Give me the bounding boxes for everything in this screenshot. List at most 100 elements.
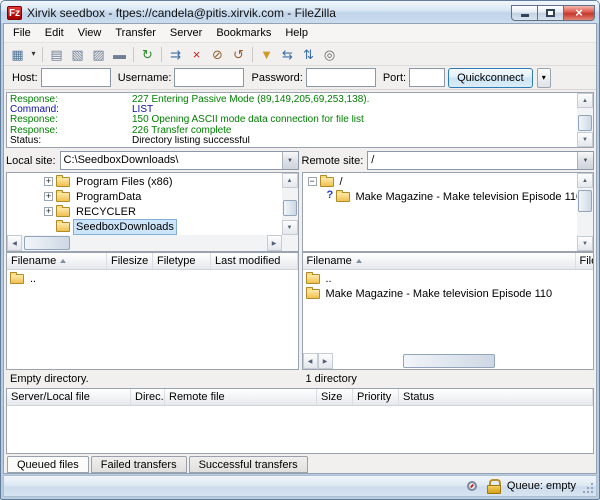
scrollbar-thumb[interactable] bbox=[403, 354, 495, 368]
menu-item[interactable]: Help bbox=[278, 25, 315, 41]
titlebar[interactable]: Fz Xirvik seedbox - ftpes://candela@piti… bbox=[1, 1, 599, 23]
remote-site-combobox[interactable]: / bbox=[367, 151, 594, 170]
scroll-up-icon[interactable] bbox=[577, 93, 593, 108]
maximize-button[interactable] bbox=[537, 5, 564, 21]
expand-toggle-icon[interactable]: − bbox=[308, 177, 317, 186]
password-input[interactable] bbox=[306, 68, 376, 87]
file-name: .. bbox=[324, 273, 334, 285]
column-header-label: Server/Local file bbox=[11, 391, 90, 403]
tree-item[interactable]: Make Magazine - Make television Episode … bbox=[303, 189, 578, 204]
column-header[interactable]: Filesize bbox=[107, 253, 153, 269]
scroll-down-icon[interactable] bbox=[282, 220, 298, 235]
queue-tab[interactable]: Queued files bbox=[7, 456, 89, 473]
local-tree-hscrollbar[interactable] bbox=[7, 235, 282, 251]
tree-item[interactable]: + RECYCLER bbox=[7, 204, 282, 219]
toggle-log-icon[interactable]: ▤ bbox=[46, 45, 67, 64]
scrollbar-thumb[interactable] bbox=[24, 236, 70, 250]
column-header[interactable]: Status bbox=[399, 389, 593, 405]
local-path-value[interactable]: C:\SeedboxDownloads\ bbox=[61, 152, 282, 169]
scroll-right-icon[interactable] bbox=[318, 353, 333, 369]
host-input[interactable] bbox=[41, 68, 111, 87]
column-header[interactable]: Last modified bbox=[211, 253, 298, 269]
scroll-up-icon[interactable] bbox=[577, 173, 593, 188]
site-manager-icon[interactable]: ▦ bbox=[7, 45, 28, 64]
scrollbar-track[interactable] bbox=[22, 235, 267, 251]
scroll-left-icon[interactable] bbox=[7, 235, 22, 251]
queue-tab[interactable]: Successful transfers bbox=[189, 456, 308, 473]
local-site-combobox[interactable]: C:\SeedboxDownloads\ bbox=[60, 151, 299, 170]
scroll-down-icon[interactable] bbox=[577, 236, 593, 251]
find-files-icon[interactable]: ◎ bbox=[319, 45, 340, 64]
tree-item-label: / bbox=[338, 175, 345, 189]
local-tree-vscrollbar[interactable] bbox=[282, 173, 298, 235]
scroll-right-icon[interactable] bbox=[267, 235, 282, 251]
file-list-item[interactable]: Make Magazine - Make television Episode … bbox=[303, 286, 594, 301]
quickconnect-dropdown-icon[interactable]: ▾ bbox=[537, 68, 551, 88]
combo-dropdown-icon[interactable] bbox=[577, 152, 593, 169]
scrollbar-thumb[interactable] bbox=[578, 115, 592, 131]
column-header[interactable]: Filename bbox=[303, 253, 576, 269]
minimize-button[interactable] bbox=[511, 5, 538, 21]
encryption-lock-icon[interactable] bbox=[486, 479, 500, 493]
quickconnect-button[interactable]: Quickconnect bbox=[448, 68, 533, 88]
tree-item[interactable]: + ProgramData bbox=[7, 189, 282, 204]
scrollbar-thumb[interactable] bbox=[283, 200, 297, 216]
scroll-left-icon[interactable] bbox=[303, 353, 318, 369]
maximize-icon bbox=[546, 9, 555, 17]
column-header[interactable]: Size bbox=[317, 389, 353, 405]
tree-item-label: Program Files (x86) bbox=[74, 175, 175, 189]
menu-item[interactable]: View bbox=[71, 25, 109, 41]
refresh-icon[interactable]: ↻ bbox=[137, 45, 158, 64]
speed-limits-icon[interactable] bbox=[465, 479, 479, 493]
remote-tree-vscrollbar[interactable] bbox=[577, 173, 593, 251]
column-header[interactable]: Filetype bbox=[153, 253, 211, 269]
scrollbar-track[interactable] bbox=[577, 188, 593, 236]
expand-toggle-icon[interactable]: + bbox=[44, 207, 53, 216]
file-list-item[interactable]: .. bbox=[7, 271, 298, 286]
port-input[interactable] bbox=[409, 68, 445, 87]
resize-grip-icon[interactable] bbox=[582, 482, 594, 494]
toggle-local-tree-icon[interactable]: ▧ bbox=[67, 45, 88, 64]
tree-item[interactable]: SeedboxDownloads bbox=[7, 219, 282, 234]
remote-path-value[interactable]: / bbox=[368, 152, 577, 169]
column-header[interactable]: Direc... bbox=[131, 389, 165, 405]
menu-item[interactable]: Server bbox=[163, 25, 209, 41]
expand-toggle-icon[interactable]: + bbox=[44, 192, 53, 201]
filter-icon[interactable]: ▼ bbox=[256, 45, 277, 64]
tree-item[interactable]: + Program Files (x86) bbox=[7, 174, 282, 189]
remote-list-hscrollbar[interactable] bbox=[303, 353, 333, 369]
menu-item[interactable]: Edit bbox=[38, 25, 71, 41]
scrollbar-track[interactable] bbox=[577, 108, 593, 132]
expand-toggle-icon[interactable]: + bbox=[44, 177, 53, 186]
cancel-icon[interactable]: × bbox=[186, 45, 207, 64]
disconnect-icon[interactable]: ⊘ bbox=[207, 45, 228, 64]
menu-item[interactable]: Bookmarks bbox=[209, 25, 278, 41]
column-header[interactable]: Remote file bbox=[165, 389, 317, 405]
scrollbar-track[interactable] bbox=[282, 188, 298, 220]
process-queue-icon[interactable]: ⇉ bbox=[165, 45, 186, 64]
log-scrollbar[interactable] bbox=[577, 93, 593, 147]
compare-icon[interactable]: ⇆ bbox=[277, 45, 298, 64]
toggle-remote-tree-icon[interactable]: ▨ bbox=[88, 45, 109, 64]
combo-dropdown-icon[interactable] bbox=[282, 152, 298, 169]
menu-item[interactable]: Transfer bbox=[108, 25, 163, 41]
column-header[interactable]: Server/Local file bbox=[7, 389, 131, 405]
scrollbar-thumb[interactable] bbox=[578, 190, 592, 212]
menu-item[interactable]: File bbox=[6, 25, 38, 41]
filezilla-logo-icon[interactable]: Fz bbox=[7, 6, 22, 20]
scroll-up-icon[interactable] bbox=[282, 173, 298, 188]
site-manager-dropdown-icon[interactable]: ▾ bbox=[28, 45, 39, 64]
scroll-down-icon[interactable] bbox=[577, 132, 593, 147]
tree-item[interactable]: − / bbox=[303, 174, 578, 189]
port-label: Port: bbox=[383, 72, 406, 84]
column-header[interactable]: Priority bbox=[353, 389, 399, 405]
username-input[interactable] bbox=[174, 68, 244, 87]
sync-browsing-icon[interactable]: ⇅ bbox=[298, 45, 319, 64]
close-button[interactable] bbox=[563, 5, 595, 21]
column-header[interactable]: Filesize bbox=[576, 253, 594, 269]
column-header[interactable]: Filename bbox=[7, 253, 107, 269]
reconnect-icon[interactable]: ↺ bbox=[228, 45, 249, 64]
file-list-item[interactable]: .. bbox=[303, 271, 594, 286]
toggle-queue-icon[interactable]: ▬ bbox=[109, 45, 130, 64]
queue-tab[interactable]: Failed transfers bbox=[91, 456, 187, 473]
